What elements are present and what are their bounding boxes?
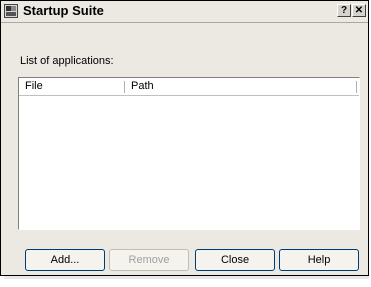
add-button[interactable]: Add...: [25, 249, 105, 271]
applications-list-label: List of applications:: [20, 55, 114, 67]
window-title: Startup Suite: [23, 3, 104, 18]
column-header-file[interactable]: File: [19, 78, 125, 95]
title-separator: [1, 22, 368, 23]
help-button[interactable]: Help: [279, 249, 359, 271]
applications-list[interactable]: File Path: [18, 77, 360, 230]
help-title-button[interactable]: ?: [337, 4, 351, 17]
remove-button[interactable]: Remove: [109, 249, 189, 271]
window-shadow: [4, 276, 369, 279]
column-header-path[interactable]: Path: [125, 78, 357, 95]
list-header: File Path: [19, 78, 359, 96]
column-divider[interactable]: [356, 81, 357, 93]
close-title-button[interactable]: ✕: [352, 4, 366, 17]
startup-suite-dialog: Startup Suite ? ✕ List of applications: …: [0, 0, 369, 276]
close-button[interactable]: Close: [195, 249, 275, 271]
title-bar[interactable]: Startup Suite ? ✕: [1, 1, 368, 22]
startup-suite-app-icon: [4, 4, 18, 18]
